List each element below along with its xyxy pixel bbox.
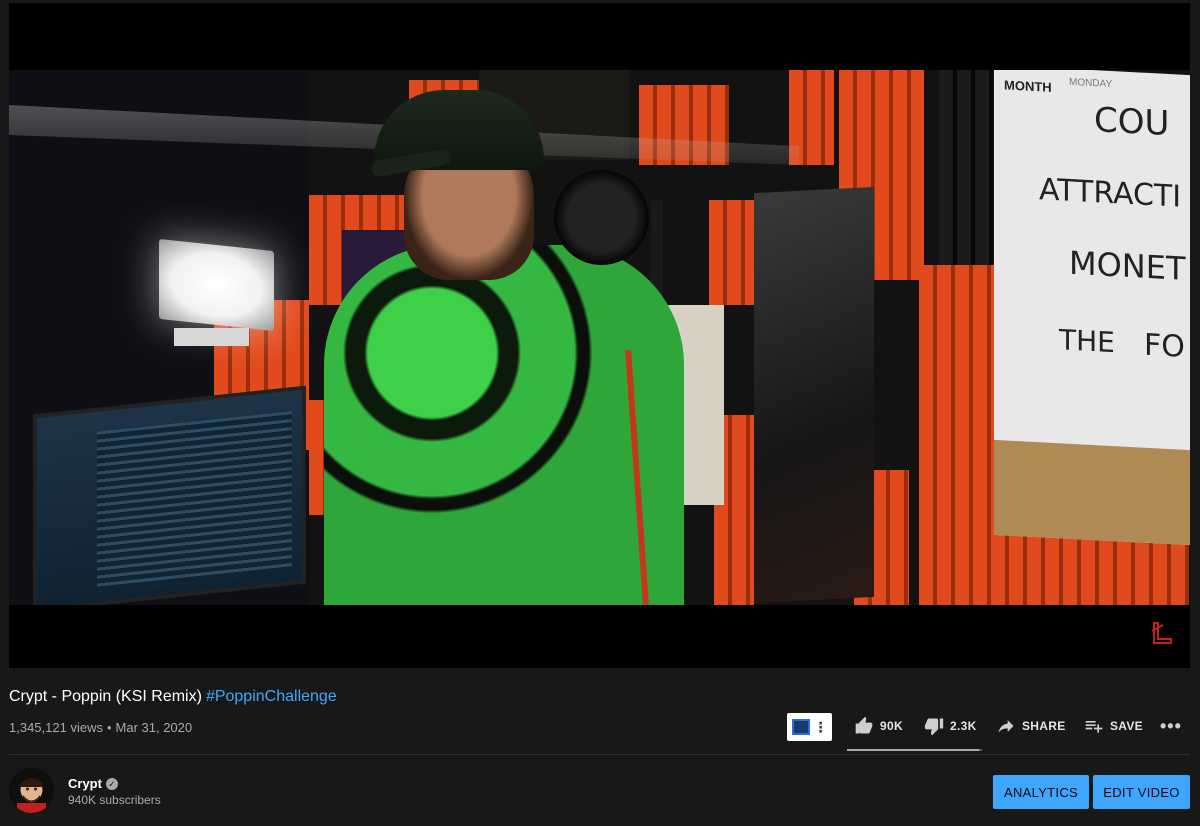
video-player[interactable]: MONTH MONDAY COU ATTRACTI MONET THE FO	[9, 3, 1190, 668]
sentiment-bar	[847, 749, 982, 751]
board-text: ATTRACTI	[1039, 172, 1182, 215]
dislike-button[interactable]: 2.3K	[924, 716, 977, 736]
divider	[9, 754, 1190, 755]
scene-foam-panel	[939, 70, 999, 270]
save-label: SAVE	[1110, 719, 1143, 733]
save-button[interactable]: SAVE	[1084, 716, 1143, 736]
hashtag-link[interactable]: #PoppinChallenge	[206, 688, 337, 705]
channel-avatar[interactable]	[9, 768, 54, 813]
channel-name[interactable]: Crypt ✓	[68, 776, 118, 791]
share-arrow-icon	[998, 720, 1014, 733]
extension-logo-icon	[791, 719, 810, 735]
board-text: THE	[1059, 323, 1115, 360]
thumbs-up-icon	[855, 716, 873, 734]
view-count: 1,345,121 views	[9, 720, 103, 735]
scene-artwork	[754, 186, 874, 604]
subscriber-count: 940K subscribers	[68, 793, 161, 807]
analytics-button[interactable]: ANALYTICS	[993, 775, 1089, 809]
meta-separator: •	[106, 720, 112, 735]
board-text: COU	[1094, 100, 1170, 145]
board-text: MONDAY	[1069, 76, 1113, 91]
video-meta: 1,345,121 views • Mar 31, 2020	[9, 720, 192, 735]
playlist-add-icon	[1085, 721, 1103, 733]
more-icon: •••	[1160, 716, 1182, 736]
video-title-text: Crypt - Poppin (KSI Remix)	[9, 688, 202, 705]
board-text: FO	[1144, 327, 1185, 365]
scene-light-base	[174, 328, 249, 346]
verified-badge-icon: ✓	[105, 777, 118, 790]
like-count: 90K	[880, 719, 903, 733]
edit-video-button[interactable]: EDIT VIDEO	[1093, 775, 1190, 809]
watermark-logo-icon	[1149, 621, 1175, 647]
avatar-image	[9, 768, 54, 813]
board-text: MONTH	[1004, 77, 1052, 95]
scene-monitor	[33, 385, 306, 605]
scene-light-panel	[159, 238, 274, 332]
share-label: SHARE	[1022, 719, 1066, 733]
sentiment-bar-fill	[847, 749, 979, 751]
dislike-count: 2.3K	[950, 719, 977, 733]
video-title: Crypt - Poppin (KSI Remix) #PoppinChallen…	[9, 688, 337, 706]
extension-menu-icon[interactable]: ⋮	[814, 720, 828, 734]
thumbs-down-icon	[924, 718, 944, 736]
video-frame[interactable]: MONTH MONDAY COU ATTRACTI MONET THE FO	[9, 70, 1190, 605]
scene-whiteboard: MONTH MONDAY COU ATTRACTI MONET THE FO	[994, 70, 1190, 546]
scene-microphone	[554, 170, 649, 265]
more-actions-button[interactable]: •••	[1160, 716, 1182, 737]
extension-button[interactable]: ⋮	[787, 713, 832, 741]
board-text: MONET	[1069, 243, 1186, 288]
channel-name-text: Crypt	[68, 776, 102, 791]
share-button[interactable]: SHARE	[996, 716, 1066, 736]
publish-date: Mar 31, 2020	[115, 720, 193, 735]
like-button[interactable]: 90K	[854, 716, 903, 736]
